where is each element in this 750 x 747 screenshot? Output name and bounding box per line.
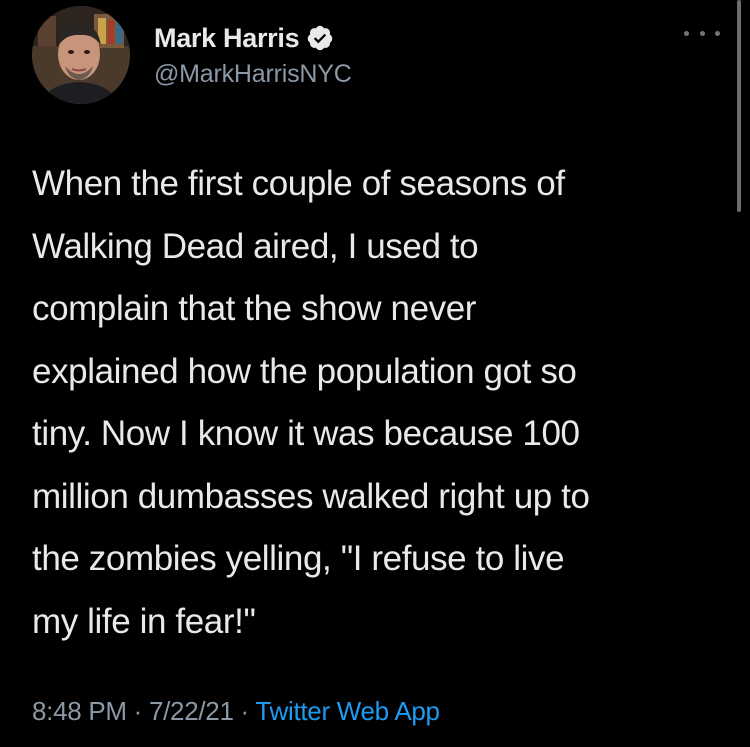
- profile-photo-icon: [32, 6, 130, 104]
- verified-badge-icon: [306, 24, 334, 52]
- scrollbar[interactable]: [737, 0, 741, 212]
- author-handle[interactable]: @MarkHarrisNYC: [154, 60, 352, 89]
- tweet: Mark Harris @MarkHarrisNYC When the firs…: [0, 0, 750, 747]
- tweet-text-line: explained how the population got so: [32, 351, 577, 391]
- author-name-row[interactable]: Mark Harris: [154, 22, 334, 54]
- author-display-name[interactable]: Mark Harris: [154, 23, 300, 54]
- tweet-text-line: the zombies yelling, "I refuse to live: [32, 539, 565, 578]
- tweet-text-line: complain that the show never: [32, 289, 477, 328]
- more-options-button[interactable]: [684, 22, 720, 44]
- ellipsis-dot: [715, 30, 720, 36]
- avatar[interactable]: [32, 6, 130, 104]
- tweet-time[interactable]: 8:48 PM: [32, 696, 127, 726]
- tweet-text-line: tiny. Now I know it was because 100: [32, 414, 580, 453]
- tweet-text-line: Walking Dead aired, I used to: [32, 226, 479, 266]
- tweet-text: When the first couple of seasons of Walk…: [32, 153, 732, 653]
- tweet-text-line: When the first couple of seasons of: [32, 164, 565, 203]
- tweet-text-line: million dumbasses walked right up to: [32, 476, 590, 516]
- ellipsis-dot: [699, 30, 705, 36]
- tweet-text-line: my life in fear!": [32, 601, 256, 641]
- meta-separator: ·: [126, 696, 149, 726]
- tweet-metadata: 8:48 PM · 7/22/21 · Twitter Web App: [32, 696, 440, 727]
- ellipsis-dot: [684, 30, 689, 36]
- meta-separator: ·: [233, 696, 256, 726]
- tweet-date[interactable]: 7/22/21: [149, 696, 234, 726]
- tweet-source-link[interactable]: Twitter Web App: [255, 696, 440, 726]
